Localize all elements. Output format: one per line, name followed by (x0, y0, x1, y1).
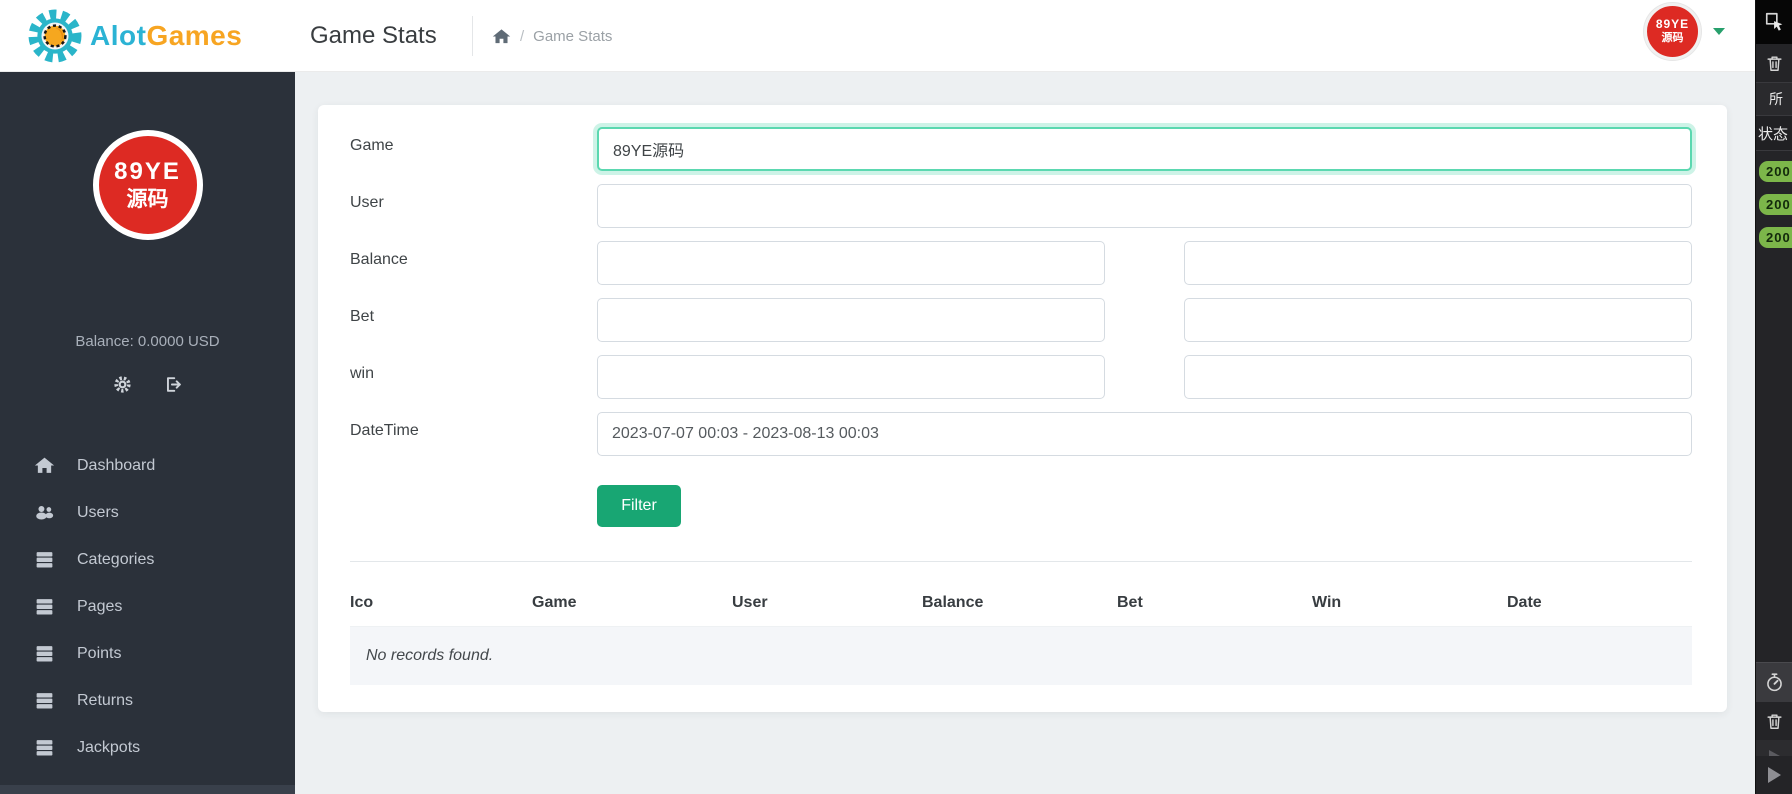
server-icon (36, 646, 53, 662)
sidebar-item-jackpots[interactable]: Jackpots (0, 724, 295, 771)
datetime-label: DateTime (350, 422, 419, 439)
sidebar-menu: Dashboard Users Categories Pages Points … (0, 442, 295, 794)
results-table-header: Ico Game User Balance Bet Win Date (350, 562, 1692, 627)
sidebar-item-points[interactable]: Points (0, 630, 295, 677)
panel-partial-label: 所 (1756, 82, 1792, 115)
balance-max-input[interactable] (1184, 241, 1692, 285)
bet-label: Bet (350, 308, 375, 325)
status-badge-list: 200 200 200 (1756, 151, 1792, 248)
bet-min-input[interactable] (597, 298, 1105, 342)
breadcrumb-separator: / (520, 27, 525, 45)
trash-icon (1767, 55, 1782, 71)
bet-max-input[interactable] (1184, 298, 1692, 342)
filter-card: Game User Balance Bet (318, 105, 1727, 712)
page-title: Game Stats (310, 22, 437, 49)
user-input[interactable] (597, 184, 1692, 228)
run-button[interactable] (1756, 756, 1792, 794)
chevron-down-icon[interactable] (1713, 28, 1725, 35)
avatar[interactable]: 89YE 源码 (1644, 3, 1701, 60)
sidebar-item-returns[interactable]: Returns (0, 677, 295, 724)
balance-text: Balance: 0.0000 USD (75, 333, 220, 350)
gear-logo-icon (28, 9, 82, 63)
col-game: Game (532, 594, 577, 611)
header-divider (472, 16, 473, 56)
breadcrumb-home-icon[interactable] (492, 27, 511, 46)
sidebar-item-pages[interactable]: Pages (0, 583, 295, 630)
empty-state-row: No records found. (350, 627, 1692, 685)
user-label: User (350, 194, 384, 211)
win-label: win (350, 365, 375, 382)
col-date: Date (1507, 594, 1542, 611)
breadcrumb-current: Game Stats (533, 27, 613, 45)
win-max-input[interactable] (1184, 355, 1692, 399)
main-content: Game User Balance Bet (295, 72, 1755, 794)
sidebar-item-categories[interactable]: Categories (0, 536, 295, 583)
page: AlotGames Game Stats / Game Stats 89YE 源… (0, 0, 1792, 794)
user-menu[interactable]: 89YE 源码 (1644, 3, 1725, 60)
delete-button[interactable] (1756, 702, 1792, 740)
datetime-range-input[interactable] (597, 412, 1692, 456)
status-badge[interactable]: 200 (1759, 194, 1792, 215)
settings-gear-icon[interactable] (113, 375, 132, 394)
server-icon (36, 693, 53, 709)
status-column-header: 状态 (1756, 115, 1792, 151)
clear-button[interactable] (1756, 44, 1792, 82)
col-bet: Bet (1117, 594, 1143, 611)
home-icon (34, 457, 55, 473)
balance-min-input[interactable] (597, 241, 1105, 285)
play-partial-icon (1756, 740, 1792, 756)
sidebar-item-users[interactable]: Users (0, 489, 295, 536)
sidebar-avatar[interactable]: 89YE 源码 (92, 130, 203, 240)
play-icon (1768, 767, 1781, 783)
users-icon (36, 506, 54, 520)
breadcrumb: / Game Stats (492, 0, 612, 72)
col-user: User (732, 594, 768, 611)
sidebar-item-dashboard[interactable]: Dashboard (0, 442, 295, 489)
balance-label: Balance (350, 251, 408, 268)
empty-message: No records found. (366, 647, 494, 664)
col-ico: Ico (350, 594, 374, 611)
status-badge[interactable]: 200 (1759, 161, 1792, 182)
server-icon (36, 552, 53, 568)
col-balance: Balance (922, 594, 984, 611)
server-icon (36, 599, 53, 615)
filter-button[interactable]: Filter (597, 485, 681, 527)
element-picker-button[interactable] (1756, 0, 1792, 44)
game-label: Game (350, 137, 394, 154)
win-min-input[interactable] (597, 355, 1105, 399)
cursor-select-icon (1765, 12, 1782, 31)
timer-button[interactable] (1756, 662, 1792, 702)
game-input[interactable] (597, 127, 1692, 171)
extension-side-panel: 所 状态 200 200 200 (1755, 0, 1792, 794)
logout-icon[interactable] (164, 375, 183, 394)
server-icon (36, 740, 53, 756)
col-win: Win (1312, 594, 1342, 611)
trash-icon (1767, 713, 1782, 729)
app-logo[interactable]: AlotGames (28, 9, 242, 63)
sidebar-active-item-partial[interactable] (0, 785, 295, 794)
top-header: AlotGames Game Stats / Game Stats 89YE 源… (0, 0, 1755, 72)
app-name: AlotGames (90, 20, 243, 51)
status-badge[interactable]: 200 (1759, 227, 1792, 248)
sidebar: 89YE 源码 Balance: 0.0000 USD Dashboard Us… (0, 72, 295, 794)
stopwatch-icon (1767, 673, 1782, 692)
